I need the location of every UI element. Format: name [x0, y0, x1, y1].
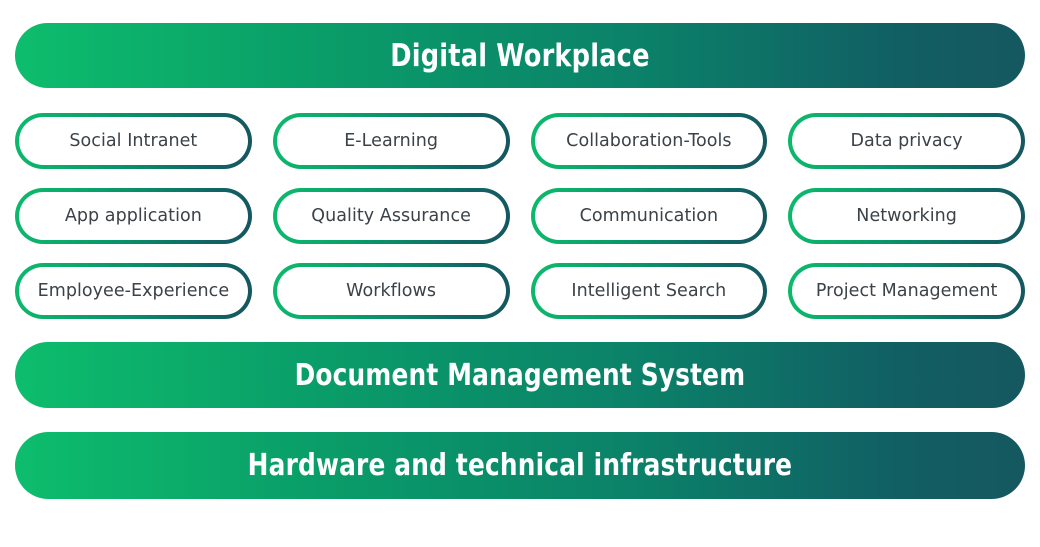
capability-pill-e-learning[interactable]: E-Learning — [272, 113, 510, 169]
pill-inner: Intelligent Search — [534, 267, 764, 315]
capability-pill-quality-assurance[interactable]: Quality Assurance — [272, 188, 510, 244]
capability-row-3: Employee-Experience Workflows Intelligen… — [15, 263, 1025, 319]
capability-pill-label: E-Learning — [344, 131, 439, 151]
pill-inner: Employee-Experience — [19, 267, 248, 315]
capability-pill-label: Project Management — [815, 281, 998, 301]
capability-pill-networking[interactable]: Networking — [788, 188, 1025, 244]
capability-pill-intelligent-search[interactable]: Intelligent Search — [530, 263, 768, 319]
capability-pill-label: Communication — [579, 206, 719, 226]
capability-pill-label: Networking — [856, 206, 957, 226]
foundation-band-document-management-system: Document Management System — [15, 342, 1025, 408]
pill-inner: Social Intranet — [19, 117, 248, 165]
digital-workplace-diagram: Digital Workplace Social Intranet E-Lear… — [0, 0, 1040, 547]
capability-row-2: App application Quality Assurance Commun… — [15, 188, 1025, 244]
capability-pill-app-application[interactable]: App application — [15, 188, 252, 244]
spacer-below-title — [15, 88, 1025, 113]
pill-inner: Project Management — [792, 267, 1021, 315]
capability-pill-communication[interactable]: Communication — [530, 188, 768, 244]
foundation-band-label: Document Management System — [294, 357, 746, 393]
pill-inner: Data privacy — [792, 117, 1021, 165]
capability-pill-label: Intelligent Search — [571, 281, 727, 301]
pill-inner: App application — [19, 192, 248, 240]
capability-pill-label: Employee-Experience — [37, 281, 230, 301]
capability-pill-employee-experience[interactable]: Employee-Experience — [15, 263, 252, 319]
title-band-digital-workplace: Digital Workplace — [15, 23, 1025, 88]
spacer-between-foundation-bands — [15, 408, 1025, 432]
capability-grid: Social Intranet E-Learning Collaboration… — [15, 113, 1025, 319]
pill-inner: Workflows — [276, 267, 506, 315]
pill-inner: Quality Assurance — [276, 192, 506, 240]
capability-pill-social-intranet[interactable]: Social Intranet — [15, 113, 252, 169]
pill-inner: Communication — [534, 192, 764, 240]
capability-pill-label: Social Intranet — [69, 131, 198, 151]
pill-inner: Networking — [792, 192, 1021, 240]
spacer-above-dms — [15, 319, 1025, 342]
capability-pill-label: Workflows — [346, 281, 437, 301]
foundation-band-hardware-infrastructure: Hardware and technical infrastructure — [15, 432, 1025, 499]
capability-pill-collaboration-tools[interactable]: Collaboration-Tools — [530, 113, 768, 169]
pill-inner: E-Learning — [276, 117, 506, 165]
capability-pill-label: Collaboration-Tools — [566, 131, 732, 151]
pill-inner: Collaboration-Tools — [534, 117, 764, 165]
capability-pill-workflows[interactable]: Workflows — [272, 263, 510, 319]
capability-pill-label: Quality Assurance — [311, 206, 471, 226]
foundation-band-label: Hardware and technical infrastructure — [247, 448, 793, 483]
capability-pill-label: App application — [64, 206, 202, 226]
title-band-label: Digital Workplace — [390, 37, 650, 74]
capability-pill-label: Data privacy — [850, 131, 963, 151]
capability-row-1: Social Intranet E-Learning Collaboration… — [15, 113, 1025, 169]
capability-pill-data-privacy[interactable]: Data privacy — [788, 113, 1025, 169]
capability-pill-project-management[interactable]: Project Management — [788, 263, 1025, 319]
